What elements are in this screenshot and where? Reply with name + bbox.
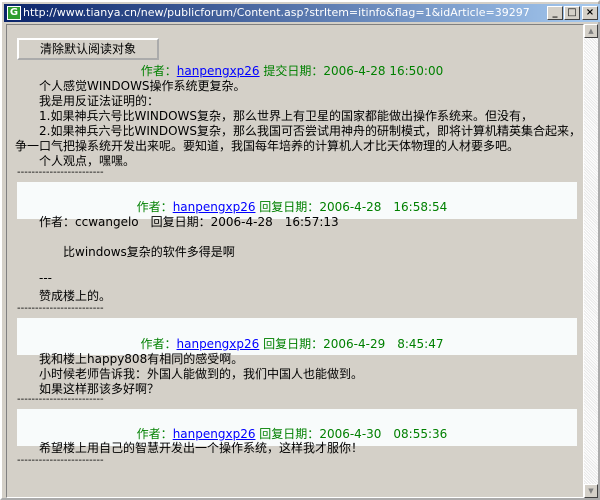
quote-text: 比windows复杂的软件多得是啊	[63, 245, 235, 259]
date-label: 回复日期：	[263, 337, 324, 351]
quote-separator: ---	[39, 271, 52, 285]
title-bar: G http://www.tianya.cn/new/publicforum/C…	[4, 4, 600, 22]
reply-date: 2006-4-29 8:45:47	[323, 337, 444, 351]
window-title: http://www.tianya.cn/new/publicforum/Con…	[23, 6, 530, 19]
separator: ------------------------	[17, 303, 104, 314]
browser-window: G http://www.tianya.cn/new/publicforum/C…	[0, 0, 600, 500]
clear-default-reader-button[interactable]: 清除默认阅读对象	[17, 38, 159, 60]
separator: ------------------------	[17, 167, 104, 178]
reply-date: 2006-4-28 16:58:54	[319, 200, 448, 214]
quote-header: 作者：ccwangelo 回复日期：2006-4-28 16:57:13	[39, 215, 339, 229]
minimize-button[interactable]: _	[547, 6, 563, 20]
reply-line: 赞成楼上的。	[39, 289, 112, 303]
date-label: 回复日期：	[259, 200, 320, 214]
maximize-button[interactable]: □	[564, 6, 580, 20]
separator: ------------------------	[17, 394, 104, 405]
app-icon: G	[7, 6, 21, 20]
author-label: 作者：	[140, 337, 177, 351]
page-content: 清除默认阅读对象 作者：hanpengxp26 提交日期：2006-4-28 1…	[6, 24, 584, 498]
post-date: 2006-4-28 16:50:00	[323, 64, 444, 78]
date-label: 提交日期：	[263, 64, 324, 78]
vertical-scrollbar[interactable]: ▲ ▼	[584, 24, 598, 498]
separator: ------------------------	[17, 455, 104, 466]
author-label: 作者：	[140, 64, 177, 78]
reply-line: 希望楼上用自己的智慧开发出一个操作系统，这样我才服你！	[39, 441, 364, 455]
author-link[interactable]: hanpengxp26	[177, 64, 260, 78]
close-button[interactable]: ×	[582, 6, 598, 20]
author-link[interactable]: hanpengxp26	[173, 200, 256, 214]
scroll-down-arrow-icon[interactable]: ▼	[584, 484, 598, 498]
scroll-up-arrow-icon[interactable]: ▲	[584, 24, 598, 38]
author-link[interactable]: hanpengxp26	[177, 337, 260, 351]
author-label: 作者：	[136, 200, 173, 214]
